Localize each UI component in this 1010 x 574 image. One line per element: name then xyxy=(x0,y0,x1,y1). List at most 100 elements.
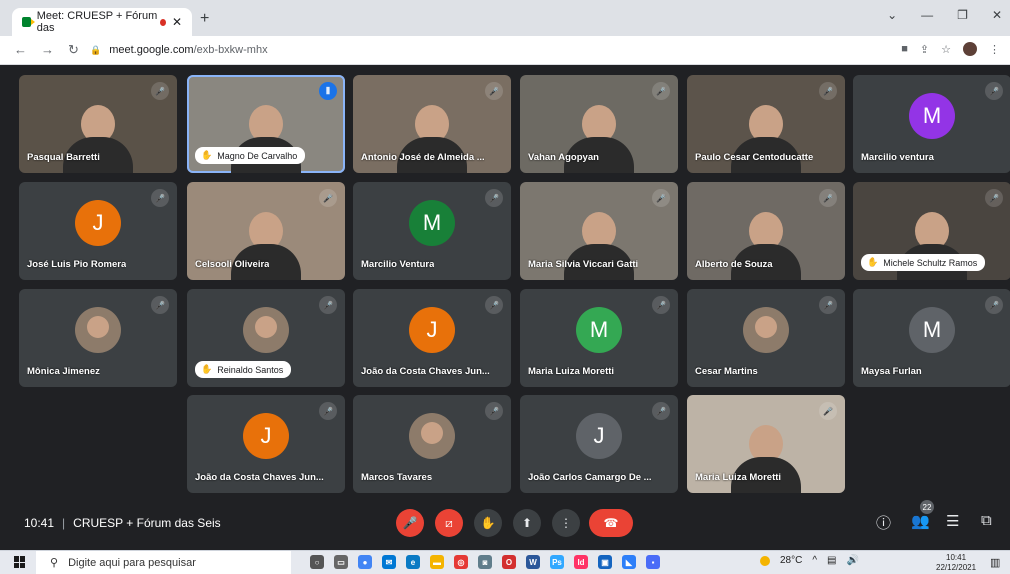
mic-muted-icon: 🎤 xyxy=(151,296,169,314)
participant-name: Magno De Carvalho xyxy=(217,150,298,161)
share-icon[interactable]: ⇪ xyxy=(920,43,929,56)
participant-tile[interactable]: M 🎤 Maria Luiza Moretti xyxy=(520,289,678,387)
minimize-button[interactable]: — xyxy=(921,8,933,22)
explorer-icon[interactable]: ▬ xyxy=(430,555,444,569)
participant-tile[interactable]: 🎤 ✋ Reinaldo Santos xyxy=(187,289,345,387)
profile-avatar[interactable] xyxy=(963,42,977,56)
participant-name: Maria Luiza Moretti xyxy=(528,366,615,377)
back-arrow-icon[interactable]: ← xyxy=(14,42,27,58)
meeting-time: 10:41 xyxy=(24,516,55,530)
present-screen-button[interactable]: ⬆ xyxy=(513,509,541,537)
app-icon[interactable]: ◎ xyxy=(454,555,468,569)
volume-icon[interactable]: 🔊 xyxy=(847,555,859,566)
info-icon[interactable]: ⓘ xyxy=(876,512,891,533)
people-icon[interactable]: 👥 xyxy=(911,512,930,530)
mic-muted-icon: 🎤 xyxy=(985,296,1003,314)
store-icon[interactable]: ▣ xyxy=(598,555,612,569)
participant-tile[interactable]: 🎤 Paulo Cesar Centoducatte xyxy=(687,75,845,173)
zoom-icon[interactable]: ▪ xyxy=(646,555,660,569)
participant-tile[interactable]: 🎤 Cesar Martins xyxy=(687,289,845,387)
participant-tile[interactable]: 🎤 Maria Luiza Moretti xyxy=(687,395,845,493)
participant-tile[interactable]: J 🎤 João da Costa Chaves Jun... xyxy=(353,289,511,387)
taskbar-search-box[interactable]: ⚲ Digite aqui para pesquisar xyxy=(36,551,291,574)
participant-tile[interactable]: 🎤 Pasqual Barretti xyxy=(19,75,177,173)
participant-tile[interactable]: 🎤 ✋ Michele Schultz Ramos xyxy=(853,182,1010,280)
participant-tile[interactable]: 🎤 Mônica Jimenez xyxy=(19,289,177,387)
participant-tile[interactable]: 🎤 Alberto de Souza xyxy=(687,182,845,280)
app-icon-2[interactable]: ◙ xyxy=(478,555,492,569)
participant-tile[interactable]: M 🎤 Maysa Furlan xyxy=(853,289,1010,387)
participant-avatar-photo xyxy=(243,307,289,354)
participant-tile[interactable]: J 🎤 João da Costa Chaves Jun... xyxy=(187,395,345,493)
windows-start-icon[interactable] xyxy=(14,556,26,568)
search-placeholder: Digite aqui para pesquisar xyxy=(68,556,196,569)
participant-avatar: J xyxy=(243,413,289,460)
tab-title: Meet: CRUESP + Fórum das xyxy=(36,10,158,34)
mic-muted-icon: 🎤 xyxy=(652,402,670,420)
participant-name: Mônica Jimenez xyxy=(27,366,100,377)
tab-search-icon[interactable]: ⌄ xyxy=(887,8,897,22)
mic-muted-icon: 🎤 xyxy=(319,402,337,420)
mail-icon[interactable]: ✉ xyxy=(382,555,396,569)
indesign-icon[interactable]: Id xyxy=(574,555,588,569)
participant-tile[interactable]: 🎤 Maria Silvia Viccari Gatti xyxy=(520,182,678,280)
participant-tile[interactable]: 🎤 Antonio José de Almeida ... xyxy=(353,75,511,173)
mic-muted-icon: 🎤 xyxy=(319,296,337,314)
participant-name: Marcos Tavares xyxy=(361,472,433,483)
participant-avatar-photo xyxy=(743,307,789,354)
close-tab-icon[interactable]: ✕ xyxy=(172,15,182,29)
participant-avatar-photo xyxy=(75,307,121,354)
chat-icon[interactable]: ☰ xyxy=(946,512,959,530)
meeting-info: 10:41 | CRUESP + Fórum das Seis xyxy=(24,516,221,530)
tray-up-icon[interactable]: ^ xyxy=(812,555,817,566)
edge-icon[interactable]: e xyxy=(406,555,420,569)
mic-muted-icon: 🎤 xyxy=(819,402,837,420)
taskbar-clock[interactable]: 10:41 22/12/2021 xyxy=(936,553,976,573)
network-icon[interactable]: ▤ xyxy=(827,555,836,566)
participant-name: Antonio José de Almeida ... xyxy=(361,152,485,163)
new-tab-button[interactable]: + xyxy=(200,10,209,28)
forward-arrow-icon[interactable]: → xyxy=(41,42,54,58)
word-icon[interactable]: W xyxy=(526,555,540,569)
mic-muted-icon: 🎤 xyxy=(151,82,169,100)
mic-off-button[interactable]: 🎤 xyxy=(396,509,424,537)
participant-name: Maria Silvia Viccari Gatti xyxy=(528,259,639,270)
cortana-icon[interactable]: ○ xyxy=(310,555,324,569)
participant-tile[interactable]: 🎤 Marcos Tavares xyxy=(353,395,511,493)
tab-meet[interactable]: Meet: CRUESP + Fórum das ✕ xyxy=(12,8,192,36)
weather-icon xyxy=(760,555,770,566)
close-window-button[interactable]: ✕ xyxy=(992,8,1002,22)
participant-tile[interactable]: J 🎤 João Carlos Camargo De ... xyxy=(520,395,678,493)
activities-icon[interactable]: ⧉ xyxy=(981,512,992,529)
mic-muted-icon: 🎤 xyxy=(819,82,837,100)
menu-kebab-icon[interactable]: ⋮ xyxy=(989,43,1000,56)
participant-tile[interactable]: 🎤 Celsooli Oliveira xyxy=(187,182,345,280)
reload-icon[interactable]: ↻ xyxy=(68,42,79,58)
app-icon-3[interactable]: ◣ xyxy=(622,555,636,569)
task-view-icon[interactable]: ▭ xyxy=(334,555,348,569)
chrome-icon[interactable]: ● xyxy=(358,555,372,569)
participant-tile[interactable]: M 🎤 Marcilio ventura xyxy=(853,75,1010,173)
notification-icon[interactable]: ▥ xyxy=(990,556,1000,569)
participant-tile[interactable]: 🎤 Vahan Agopyan xyxy=(520,75,678,173)
mic-muted-icon: 🎤 xyxy=(985,82,1003,100)
camera-off-button[interactable]: ⧄ xyxy=(435,509,463,537)
participant-name: Pasqual Barretti xyxy=(27,152,100,163)
raise-hand-button[interactable]: ✋ xyxy=(474,509,502,537)
mic-muted-icon: 🎤 xyxy=(151,189,169,207)
restore-button[interactable]: ❐ xyxy=(957,8,968,22)
more-options-button[interactable]: ⋮ xyxy=(552,509,580,537)
mic-muted-icon: 🎤 xyxy=(652,82,670,100)
participant-tile[interactable]: M 🎤 Marcilio Ventura xyxy=(353,182,511,280)
camera-icon[interactable]: ■ xyxy=(901,43,908,55)
bookmark-star-icon[interactable]: ☆ xyxy=(941,43,951,56)
participant-tile[interactable]: J 🎤 José Luis Pio Romera xyxy=(19,182,177,280)
photoshop-icon[interactable]: Ps xyxy=(550,555,564,569)
office-icon[interactable]: O xyxy=(502,555,516,569)
participant-name: Marcilio ventura xyxy=(861,152,934,163)
leave-call-button[interactable]: ☎ xyxy=(589,509,633,537)
participant-tile[interactable]: ⦀ ✋ Magno De Carvalho xyxy=(187,75,345,173)
url-field[interactable]: 🔒 meet.google.com/exb-bxkw-mhx xyxy=(90,40,880,60)
mic-muted-icon: 🎤 xyxy=(652,189,670,207)
participants-count-badge: 22 xyxy=(920,500,934,514)
